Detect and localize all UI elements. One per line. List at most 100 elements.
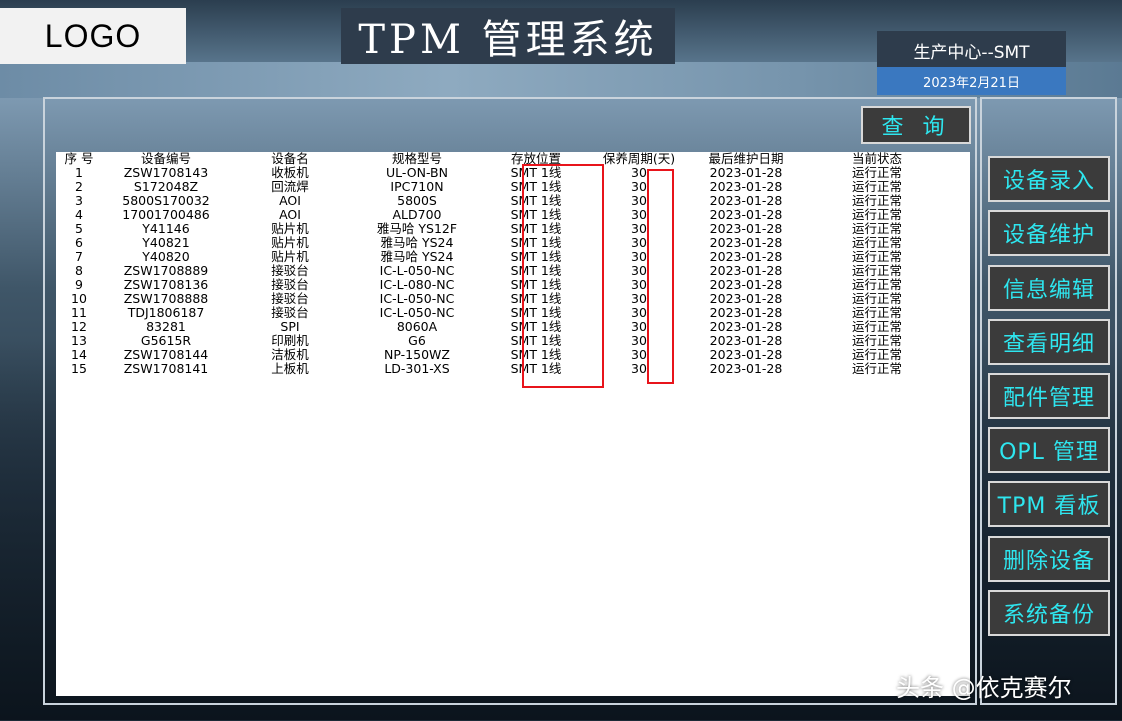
cell-equipment-name: 回流焊: [271, 179, 309, 194]
cell-maintenance-cycle: 30: [631, 249, 647, 264]
cell-model: 8060A: [396, 319, 438, 334]
cell-equipment-name: AOI: [279, 193, 301, 208]
table-row[interactable]: 11 TDJ1806187 接驳台 IC-L-050-NC SMT 1线 30 2023-0…: [56, 306, 952, 320]
cell-equipment-id: Y40821: [142, 235, 190, 250]
cell-maintenance-cycle: 30: [631, 347, 647, 362]
cell-equipment-name: SPI: [280, 319, 300, 334]
cell-maintenance-cycle: 30: [631, 277, 647, 292]
cell-last-maintenance: 2023-01-28: [709, 179, 783, 194]
cell-last-maintenance: 2023-01-28: [709, 291, 783, 306]
cell-index: 8: [75, 263, 83, 278]
table-row[interactable]: 2 S172048Z 回流焊 IPC710N SMT 1线 30 2023-01-28 运行正…: [56, 180, 952, 194]
date-label: 2023年2月21日: [877, 67, 1066, 95]
table-row[interactable]: 1 ZSW1708143 收板机 UL-ON-BN SMT 1线 30 2023-01-28…: [56, 166, 952, 180]
cell-index: 15: [71, 361, 87, 376]
cell-equipment-id: Y41146: [142, 221, 190, 236]
cell-last-maintenance: 2023-01-28: [709, 347, 783, 362]
cell-equipment-id: ZSW1708143: [123, 165, 209, 180]
table-row[interactable]: 15 ZSW1708141 上板机 LD-301-XS SMT 1线 30 2023-01-…: [56, 362, 952, 376]
cell-location: SMT 1线: [510, 235, 562, 250]
cell-equipment-name: 洁板机: [271, 347, 309, 362]
side-btn-view-details[interactable]: 查看明细: [988, 319, 1110, 365]
cell-status: 运行正常: [851, 347, 902, 362]
side-btn-equipment-maintenance[interactable]: 设备维护: [988, 210, 1110, 256]
cell-maintenance-cycle: 30: [631, 221, 647, 236]
department-label: 生产中心--SMT: [877, 31, 1066, 67]
department-text: 生产中心--SMT: [913, 43, 1030, 63]
side-btn-tpm-board[interactable]: TPM 看板: [988, 481, 1110, 527]
header-location: 存放位置: [510, 151, 561, 166]
cell-model: IC-L-050-NC: [379, 291, 455, 306]
cell-last-maintenance: 2023-01-28: [709, 165, 783, 180]
cell-status: 运行正常: [851, 165, 902, 180]
cell-equipment-name: 接驳台: [271, 305, 309, 320]
side-btn-info-edit[interactable]: 信息编辑: [988, 265, 1110, 311]
cell-index: 12: [71, 319, 87, 334]
cell-equipment-id: ZSW1708136: [123, 277, 209, 292]
cell-equipment-id: ZSW1708144: [123, 347, 209, 362]
cell-index: 3: [75, 193, 83, 208]
cell-last-maintenance: 2023-01-28: [709, 221, 783, 236]
table-row[interactable]: 4 17001700486 AOI ALD700 SMT 1线 30 2023-01-28 运…: [56, 208, 952, 222]
cell-location: SMT 1线: [510, 165, 562, 180]
cell-equipment-name: 贴片机: [271, 221, 309, 236]
side-btn-opl-management[interactable]: OPL 管理: [988, 427, 1110, 473]
table-row[interactable]: 9 ZSW1708136 接驳台 IC-L-080-NC SMT 1线 30 2023-01…: [56, 278, 952, 292]
equipment-table: 序 号 设备编号 设备名 规格型号 存放位置 保养周期(天) 最后维护日期 当前…: [56, 152, 952, 376]
side-btn-equipment-entry[interactable]: 设备录入: [988, 156, 1110, 202]
cell-location: SMT 1线: [510, 277, 562, 292]
cell-model: IC-L-050-NC: [379, 263, 455, 278]
table-row[interactable]: 7 Y40820 贴片机 雅马哈 YS24 SMT 1线 30 2023-01-28 运行正常: [56, 250, 952, 264]
cell-equipment-name: 上板机: [271, 361, 309, 376]
cell-status: 运行正常: [851, 221, 902, 236]
cell-maintenance-cycle: 30: [631, 207, 647, 222]
header-index: 序 号: [64, 151, 94, 166]
cell-maintenance-cycle: 30: [631, 235, 647, 250]
cell-model: 5800S: [397, 193, 437, 208]
table-row[interactable]: 8 ZSW1708889 接驳台 IC-L-050-NC SMT 1线 30 2023-01…: [56, 264, 952, 278]
table-row[interactable]: 3 5800S170032 AOI 5800S SMT 1线 30 2023-01-28 运行…: [56, 194, 952, 208]
cell-equipment-id: ZSW1708888: [123, 291, 209, 306]
watermark: 头条 @依克赛尔: [896, 674, 1072, 702]
cell-location: SMT 1线: [510, 207, 562, 222]
cell-status: 运行正常: [851, 193, 902, 208]
cell-last-maintenance: 2023-01-28: [709, 263, 783, 278]
cell-status: 运行正常: [851, 361, 902, 376]
header-model: 规格型号: [391, 151, 442, 166]
cell-location: SMT 1线: [510, 221, 562, 236]
cell-maintenance-cycle: 30: [631, 333, 647, 348]
cell-equipment-id: 5800S170032: [122, 193, 210, 208]
cell-model: IPC710N: [390, 179, 444, 194]
table-row[interactable]: 6 Y40821 贴片机 雅马哈 YS24 SMT 1线 30 2023-01-28 运行正常: [56, 236, 952, 250]
cell-status: 运行正常: [851, 263, 902, 278]
cell-index: 11: [71, 305, 87, 320]
cell-location: SMT 1线: [510, 179, 562, 194]
side-btn-delete-equipment[interactable]: 删除设备: [988, 536, 1110, 582]
cell-index: 10: [71, 291, 87, 306]
table-row[interactable]: 12 83281 SPI 8060A SMT 1线 30 2023-01-28 运行正常: [56, 320, 952, 334]
cell-index: 9: [75, 277, 83, 292]
cell-status: 运行正常: [851, 305, 902, 320]
cell-model: 雅马哈 YS24: [380, 235, 454, 250]
cell-equipment-id: Y40820: [142, 249, 190, 264]
table-header-row: 序 号 设备编号 设备名 规格型号 存放位置 保养周期(天) 最后维护日期 当前…: [56, 152, 952, 166]
cell-maintenance-cycle: 30: [631, 319, 647, 334]
query-button[interactable]: 查 询: [861, 106, 971, 144]
side-btn-system-backup[interactable]: 系统备份: [988, 590, 1110, 636]
table-row[interactable]: 13 G5615R 印刷机 G6 SMT 1线 30 2023-01-28 运行正常: [56, 334, 952, 348]
cell-equipment-id: 17001700486: [122, 207, 210, 222]
cell-location: SMT 1线: [510, 319, 562, 334]
cell-location: SMT 1线: [510, 193, 562, 208]
table-row[interactable]: 14 ZSW1708144 洁板机 NP-150WZ SMT 1线 30 2023-01-2…: [56, 348, 952, 362]
cell-equipment-name: 接驳台: [271, 291, 309, 306]
cell-equipment-name: 贴片机: [271, 235, 309, 250]
table-row[interactable]: 10 ZSW1708888 接驳台 IC-L-050-NC SMT 1线 30 2023-0…: [56, 292, 952, 306]
cell-location: SMT 1线: [510, 263, 562, 278]
cell-location: SMT 1线: [510, 249, 562, 264]
cell-status: 运行正常: [851, 291, 902, 306]
side-btn-parts-management[interactable]: 配件管理: [988, 373, 1110, 419]
cell-equipment-id: TDJ1806187: [127, 305, 205, 320]
cell-location: SMT 1线: [510, 291, 562, 306]
table-row[interactable]: 5 Y41146 贴片机 雅马哈 YS12F SMT 1线 30 2023-01-28 运行正…: [56, 222, 952, 236]
cell-equipment-id: G5615R: [140, 333, 192, 348]
